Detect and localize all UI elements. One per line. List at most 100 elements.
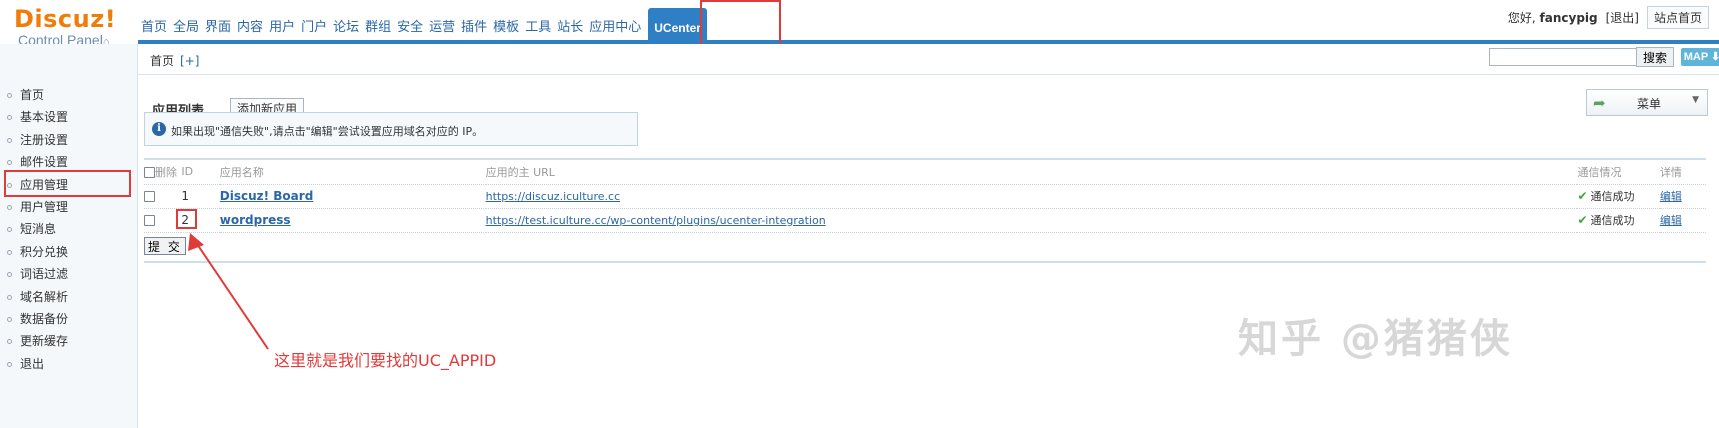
sidebar-item-credit-exchange[interactable]: 积分兑换 [0, 241, 137, 263]
table-row: 2 wordpress https://test.iculture.cc/wp-… [144, 208, 1706, 232]
annotation-text: 这里就是我们要找的UC_APPID [274, 351, 497, 370]
highlight-app-id [176, 209, 197, 229]
sidebar-item-messages[interactable]: 短消息 [0, 218, 137, 240]
map-button-label: MAP [1683, 51, 1708, 63]
row-edit-cell: 编辑 [1660, 208, 1706, 232]
row-app-name-cell: Discuz! Board [220, 184, 486, 208]
checkmark-icon: ✔ [1577, 189, 1588, 203]
nav-tools[interactable]: 工具 [522, 8, 554, 42]
sidebar-item-update-cache[interactable]: 更新缓存 [0, 330, 137, 352]
nav-security[interactable]: 安全 [394, 8, 426, 42]
checkmark-icon: ✔ [1577, 213, 1588, 227]
sidebar-menu: 首页 基本设置 注册设置 邮件设置 应用管理 用户管理 短消息 积分兑换 词语过… [0, 84, 137, 375]
user-box: 您好, fancypig [退出] 站点首页 [1508, 6, 1709, 29]
breadcrumb: 首页 [+] [150, 52, 199, 69]
row-url-cell: https://discuz.iculture.cc [486, 184, 1578, 208]
breadcrumb-home[interactable]: 首页 [150, 54, 174, 68]
nav-global[interactable]: 全局 [170, 8, 202, 42]
sidebar-item-data-backup[interactable]: 数据备份 [0, 308, 137, 330]
logout-link[interactable]: [退出] [1606, 9, 1639, 26]
site-home-button[interactable]: 站点首页 [1646, 6, 1709, 29]
row-app-name-cell: wordpress [220, 208, 486, 232]
nav-home[interactable]: 首页 [138, 8, 170, 42]
row-id: 1 [181, 189, 189, 203]
sidebar-item-domain-resolve[interactable]: 域名解析 [0, 286, 137, 308]
nav-operations[interactable]: 运营 [426, 8, 458, 42]
row-checkbox[interactable] [144, 215, 155, 226]
sidebar-item-label: 基本设置 [20, 110, 69, 125]
top-nav: 首页 全局 界面 内容 用户 门户 论坛 群组 安全 运营 插件 模板 工具 站… [138, 6, 707, 42]
col-communication: 通信情况 [1577, 165, 1622, 179]
info-icon: i [152, 122, 166, 136]
sidebar-item-label: 用户管理 [20, 199, 69, 214]
highlight-ucenter [700, 0, 781, 50]
nav-forum[interactable]: 论坛 [330, 8, 362, 42]
row-edit-cell: 编辑 [1660, 184, 1706, 208]
bullet-icon [7, 204, 12, 210]
add-shortcut-link[interactable]: [+] [180, 54, 199, 68]
app-url-link[interactable]: https://discuz.iculture.cc [486, 190, 621, 203]
menu-dropdown[interactable]: ➦ 菜单 ▼ [1586, 89, 1708, 116]
bullet-icon [7, 294, 12, 300]
bullet-icon [7, 227, 12, 233]
sidebar-item-basic-settings[interactable]: 基本设置 [0, 106, 137, 128]
watermark: 知乎 @猪猪侠 [1238, 316, 1513, 362]
col-app-name: 应用名称 [219, 165, 264, 179]
table-header: 删除 ID 应用名称 应用的主 URL 通信情况 详情 [144, 159, 1706, 184]
submit-button[interactable]: 提 交 [144, 237, 186, 255]
bullet-icon [7, 93, 12, 98]
sidebar-item-register-settings[interactable]: 注册设置 [0, 129, 137, 151]
sidebar-item-label: 退出 [20, 356, 45, 371]
app-name-link[interactable]: Discuz! Board [220, 189, 314, 203]
col-id: ID [181, 165, 194, 179]
sidebar-item-label: 词语过滤 [20, 267, 69, 282]
greeting-text: 您好, [1507, 11, 1536, 25]
bullet-icon [7, 137, 12, 143]
app-name-link[interactable]: wordpress [220, 213, 291, 227]
menu-label: 菜单 [1637, 97, 1662, 111]
sidebar-item-label: 注册设置 [20, 132, 69, 147]
sidebar-item-label: 域名解析 [20, 289, 69, 304]
bullet-icon [7, 115, 12, 121]
table-footer [144, 232, 1706, 262]
sidebar-item-label: 数据备份 [20, 311, 69, 326]
col-delete: 删除 [144, 159, 181, 184]
search-button[interactable]: 搜索 [1636, 47, 1674, 67]
share-arrow-icon: ➦ [1593, 94, 1606, 112]
map-button[interactable]: MAP ⬇ [1681, 48, 1719, 66]
username: fancypig [1539, 11, 1598, 25]
row-url-cell: https://test.iculture.cc/wp-content/plug… [486, 208, 1578, 232]
nav-ucenter-label: UCenter [654, 21, 701, 35]
row-checkbox[interactable] [144, 191, 155, 202]
breadcrumb-bar: 首页 [+] 搜索 MAP ⬇ [138, 44, 1719, 75]
nav-users[interactable]: 用户 [266, 8, 298, 42]
app-url-link[interactable]: https://test.iculture.cc/wp-content/plug… [486, 214, 826, 227]
nav-templates[interactable]: 模板 [490, 8, 522, 42]
search-input[interactable] [1489, 48, 1637, 66]
nav-interface[interactable]: 界面 [202, 8, 234, 42]
nav-content[interactable]: 内容 [234, 8, 266, 42]
edit-link[interactable]: 编辑 [1660, 214, 1682, 227]
nav-ucenter[interactable]: UCenter [648, 8, 707, 42]
bullet-icon [7, 361, 12, 367]
nav-group[interactable]: 群组 [362, 8, 394, 42]
bullet-icon [7, 249, 12, 255]
status-text: 通信成功 [1590, 214, 1635, 227]
sidebar-item-label: 邮件设置 [20, 155, 69, 170]
sidebar-item-label: 首页 [20, 88, 45, 102]
sidebar-item-logout[interactable]: 退出 [0, 353, 137, 375]
nav-app-center[interactable]: 应用中心 [586, 8, 644, 42]
select-all-checkbox[interactable] [144, 167, 155, 179]
edit-link[interactable]: 编辑 [1660, 190, 1682, 203]
nav-portal[interactable]: 门户 [298, 8, 330, 42]
nav-plugins[interactable]: 插件 [458, 8, 490, 42]
sidebar-item-label: 积分兑换 [20, 244, 69, 259]
sidebar-item-word-filter[interactable]: 词语过滤 [0, 263, 137, 285]
col-detail: 详情 [1659, 165, 1682, 179]
row-status: ✔ 通信成功 [1577, 184, 1659, 208]
bullet-icon [7, 339, 12, 345]
highlight-app-management [4, 170, 131, 197]
sidebar-item-home[interactable]: 首页 [0, 84, 137, 106]
sidebar-item-user-management[interactable]: 用户管理 [0, 196, 137, 218]
nav-webmaster[interactable]: 站长 [554, 8, 586, 42]
